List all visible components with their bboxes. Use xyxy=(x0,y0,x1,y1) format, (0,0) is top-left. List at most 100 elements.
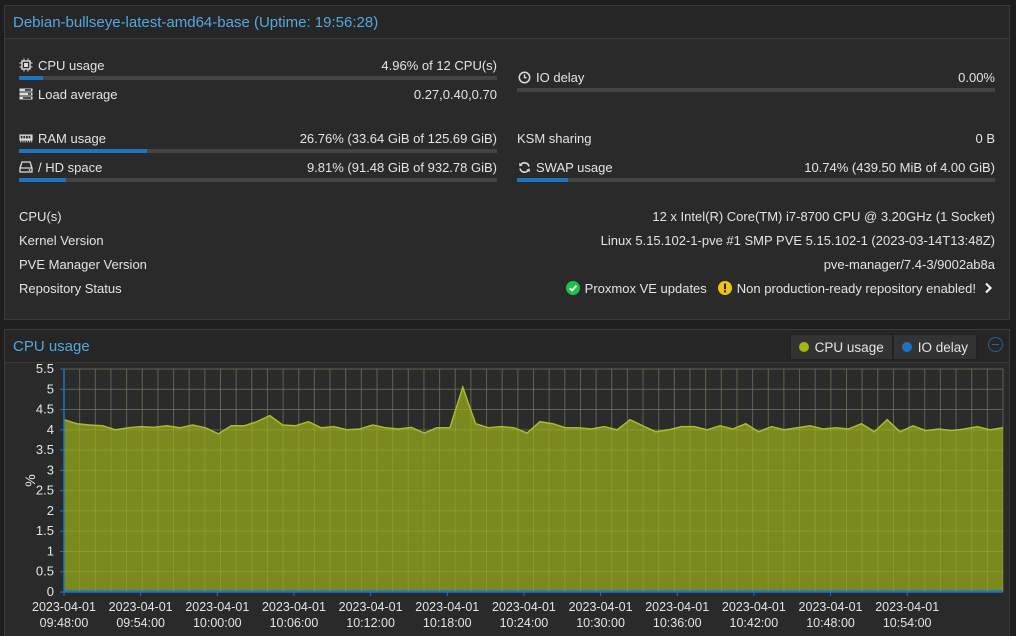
swap-usage-label: SWAP usage xyxy=(536,159,613,175)
repo-warning-text: Non production-ready repository enabled! xyxy=(736,280,976,296)
hd-space-bar xyxy=(19,178,497,182)
y-tick-label: 3 xyxy=(47,462,54,477)
cpu-usage-metric: CPU usage 4.96% of 12 CPU(s) xyxy=(19,56,497,80)
x-tick-label-date: 2023-04-01 xyxy=(109,600,173,614)
check-circle-icon xyxy=(565,281,580,295)
swap-usage-value: 10.74% (439.50 MiB of 4.00 GiB) xyxy=(804,159,995,175)
y-tick-label: 2 xyxy=(47,503,54,518)
ksm-sharing-value: 0 B xyxy=(975,130,995,146)
ksm-sharing-label: KSM sharing xyxy=(517,130,592,146)
hd-space-bar-fill xyxy=(19,178,66,182)
x-tick-label-date: 2023-04-01 xyxy=(722,600,786,614)
y-tick-label: 4.5 xyxy=(36,402,54,417)
swap-usage-metric: SWAP usage 10.74% (439.50 MiB of 4.00 Gi… xyxy=(517,158,995,182)
chevron-right-icon[interactable] xyxy=(981,281,995,295)
x-tick-label-date: 2023-04-01 xyxy=(875,600,939,614)
x-tick-label-time: 10:00:00 xyxy=(193,616,242,630)
status-panel-title: Debian-bullseye-latest-amd64-base (Uptim… xyxy=(13,13,379,31)
x-tick-label-date: 2023-04-01 xyxy=(492,600,556,614)
hdd-icon xyxy=(19,160,33,174)
x-tick-label-time: 10:48:00 xyxy=(806,616,855,630)
y-axis-label: % xyxy=(22,474,38,486)
cpus-info-row: CPU(s) 12 x Intel(R) Core(TM) i7-8700 CP… xyxy=(19,207,995,225)
pve-label: PVE Manager Version xyxy=(19,256,147,272)
tasks-icon xyxy=(19,87,33,101)
x-tick-label-date: 2023-04-01 xyxy=(415,600,479,614)
undo-zoom-button[interactable] xyxy=(988,337,1003,352)
cpu-usage-bar-fill xyxy=(19,76,43,80)
x-tick-label-date: 2023-04-01 xyxy=(185,600,249,614)
x-tick-label-date: 2023-04-01 xyxy=(799,600,863,614)
ram-usage-bar xyxy=(19,149,497,153)
repository-status-row[interactable]: Repository Status Proxmox VE updates Non… xyxy=(19,279,995,297)
x-tick-label-time: 10:30:00 xyxy=(576,616,625,630)
x-tick-label-time: 09:48:00 xyxy=(40,616,89,630)
cpu-usage-label: CPU usage xyxy=(38,57,105,73)
io-delay-label: IO delay xyxy=(536,69,585,85)
load-average-metric: Load average 0.27,0.40,0.70 xyxy=(19,85,497,107)
cpu-usage-bar xyxy=(19,76,497,80)
cpu-usage-value: 4.96% of 12 CPU(s) xyxy=(381,57,497,73)
ram-usage-metric: RAM usage 26.76% (33.64 GiB of 125.69 Gi… xyxy=(19,129,497,153)
swap-usage-bar xyxy=(517,178,995,182)
legend-label-cpu-usage: CPU usage xyxy=(814,339,884,355)
ram-usage-value: 26.76% (33.64 GiB of 125.69 GiB) xyxy=(299,130,497,146)
y-tick-label: 2.5 xyxy=(36,483,54,498)
ksm-sharing-metric: KSM sharing 0 B xyxy=(517,129,995,151)
io-delay-bar xyxy=(517,88,995,92)
load-average-value: 0.27,0.40,0.70 xyxy=(413,86,497,102)
x-tick-label-time: 10:42:00 xyxy=(730,616,779,630)
io-delay-value: 0.00% xyxy=(958,69,995,85)
x-tick-label-time: 10:12:00 xyxy=(346,616,395,630)
x-tick-label-time: 10:06:00 xyxy=(270,616,319,630)
legend-dot-cpu-usage xyxy=(798,342,809,352)
hd-space-value: 9.81% (91.48 GiB of 932.78 GiB) xyxy=(306,159,497,175)
x-tick-label-time: 10:24:00 xyxy=(500,616,549,630)
cpu-usage-chart-panel: CPU usage CPU usage IO delay 0 0.5 1 1.5 2 2.… xyxy=(4,329,1010,636)
memory-icon xyxy=(19,131,33,145)
x-tick-label-date: 2023-04-01 xyxy=(339,600,403,614)
repository-status-value[interactable]: Proxmox VE updates Non production-ready … xyxy=(565,280,995,296)
legend-item-io-delay[interactable]: IO delay xyxy=(892,334,977,360)
kernel-label: Kernel Version xyxy=(19,232,104,248)
x-tick-label-time: 10:18:00 xyxy=(423,616,472,630)
repository-status-label: Repository Status xyxy=(19,280,122,296)
legend-label-io-delay: IO delay xyxy=(917,339,968,355)
node-status-panel: Debian-bullseye-latest-amd64-base (Uptim… xyxy=(4,5,1010,320)
repo-updates-text: Proxmox VE updates xyxy=(584,280,707,296)
x-tick-label-time: 10:54:00 xyxy=(883,616,932,630)
legend-item-cpu-usage[interactable]: CPU usage xyxy=(789,334,893,360)
cpu-usage-chart: 0 0.5 1 1.5 2 2.5 3 3.5 4 4.5 5 5.5% 2023-04-01 09:48… xyxy=(22,364,1004,630)
warning-circle-icon xyxy=(717,281,732,295)
x-tick-label-time: 10:36:00 xyxy=(653,616,702,630)
y-tick-label: 0 xyxy=(47,584,54,599)
status-panel-header: Debian-bullseye-latest-amd64-base (Uptim… xyxy=(5,6,1009,39)
cpu-chart-title: CPU usage xyxy=(13,337,90,355)
load-average-label: Load average xyxy=(38,86,118,102)
y-tick-label: 1 xyxy=(47,543,54,558)
y-tick-label: 3.5 xyxy=(36,442,54,457)
hd-space-metric: / HD space 9.81% (91.48 GiB of 932.78 Gi… xyxy=(19,158,497,182)
swap-usage-bar-fill xyxy=(517,178,569,182)
x-tick-label-date: 2023-04-01 xyxy=(569,600,633,614)
pve-value: pve-manager/7.4-3/9002ab8a xyxy=(823,256,995,272)
y-tick-label: 5 xyxy=(47,381,54,396)
cpus-value: 12 x Intel(R) Core(TM) i7-8700 CPU @ 3.2… xyxy=(652,208,995,224)
ram-usage-label: RAM usage xyxy=(38,130,106,146)
pve-info-row: PVE Manager Version pve-manager/7.4-3/90… xyxy=(19,255,995,273)
y-tick-label: 0.5 xyxy=(36,564,54,579)
ram-usage-bar-fill xyxy=(19,149,147,153)
x-tick-label-date: 2023-04-01 xyxy=(262,600,326,614)
legend-dot-io-delay xyxy=(901,342,912,352)
chart-legend: CPU usage IO delay xyxy=(789,334,977,360)
y-tick-label: 1.5 xyxy=(36,523,54,538)
cpu-chip-icon xyxy=(19,58,33,72)
x-tick-label-date: 2023-04-01 xyxy=(645,600,709,614)
y-tick-label: 4 xyxy=(47,422,54,437)
cpus-label: CPU(s) xyxy=(19,208,62,224)
kernel-info-row: Kernel Version Linux 5.15.102-1-pve #1 S… xyxy=(19,231,995,249)
hd-space-label: / HD space xyxy=(38,159,103,175)
kernel-value: Linux 5.15.102-1-pve #1 SMP PVE 5.15.102… xyxy=(600,232,995,248)
x-tick-label-time: 09:54:00 xyxy=(116,616,165,630)
refresh-icon xyxy=(517,160,531,174)
